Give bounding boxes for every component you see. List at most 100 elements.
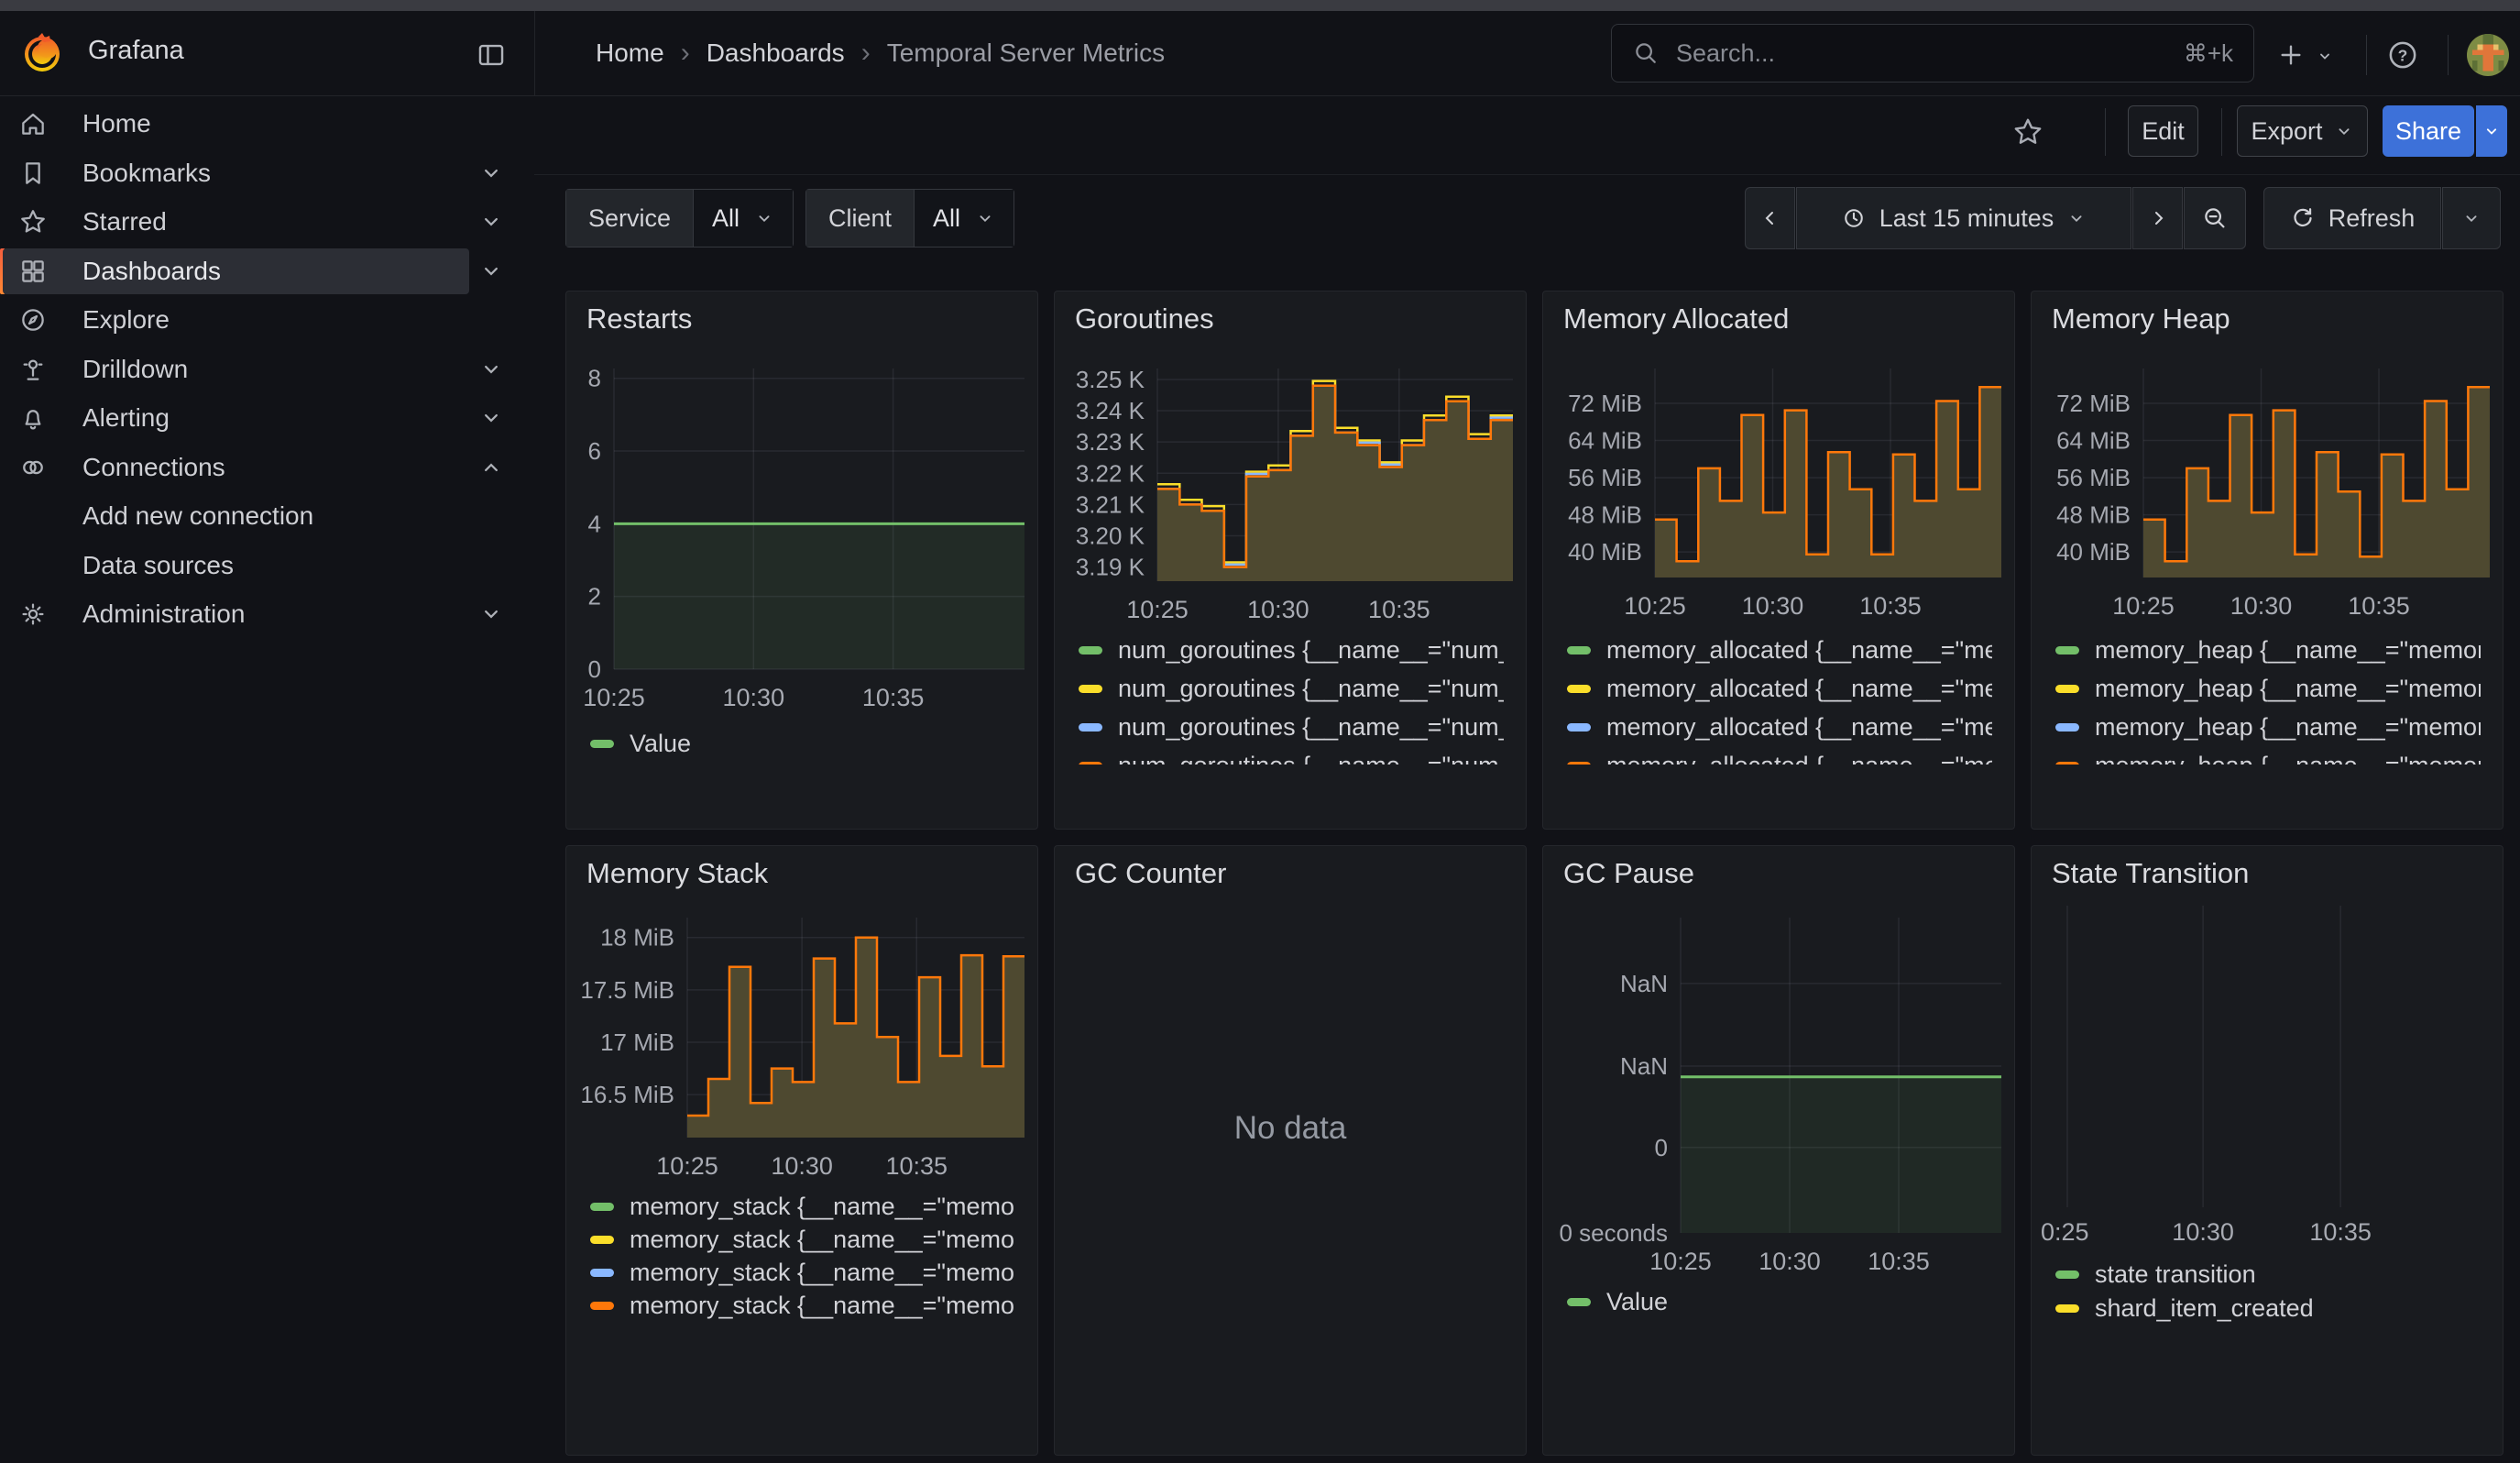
legend-item[interactable]: memory_heap {__name__="memory_h: [2055, 711, 2481, 742]
chevron-down-icon[interactable]: [478, 405, 504, 431]
service-filter-value[interactable]: All: [693, 190, 793, 247]
chevron-left-icon: [1759, 207, 1781, 229]
edit-button[interactable]: Edit: [2128, 105, 2198, 157]
legend-item[interactable]: memory_allocated {__name__="memo: [1567, 634, 1992, 666]
sidebar-nav: Home Bookmarks Starred Dashboards Explore Dri…: [0, 95, 534, 1463]
legend-item[interactable]: memory_stack {__name__="memory_s: [590, 1224, 1015, 1255]
breadcrumb: Home › Dashboards › Temporal Server Metr…: [596, 38, 1165, 69]
sidebar-item-add-new-connection[interactable]: Add new connection: [0, 491, 534, 541]
svg-text:10:25: 10:25: [656, 1152, 718, 1180]
sidebar-item-bookmarks[interactable]: Bookmarks: [0, 148, 534, 198]
svg-text:0:25: 0:25: [2041, 1218, 2089, 1246]
search-input[interactable]: [1674, 38, 2169, 69]
grafana-app: Grafana Home › Dashboards › Temporal Ser…: [0, 0, 2520, 1463]
sidebar-item-administration[interactable]: Administration: [0, 589, 534, 639]
sidebar-item-label: Home: [82, 109, 151, 138]
search-icon: [1632, 39, 1660, 67]
legend-label: memory_heap {__name__="memory_h: [2095, 752, 2481, 765]
service-filter[interactable]: Service All: [565, 189, 794, 248]
legend-item[interactable]: num_goroutines {__name__="num_go: [1079, 750, 1504, 764]
sidebar-item-label: Data sources: [82, 551, 234, 580]
share-button[interactable]: Share: [2383, 105, 2474, 157]
legend: memory_allocated {__name__="memo memory_a…: [1567, 625, 1992, 764]
dock-menu-toggle-icon[interactable]: [473, 37, 509, 73]
time-range-picker[interactable]: Last 15 minutes: [1796, 187, 2131, 249]
help-icon[interactable]: ?: [2383, 35, 2423, 75]
breadcrumb-home[interactable]: Home: [596, 38, 664, 68]
legend-item[interactable]: memory_stack {__name__="memory_s: [590, 1191, 1015, 1222]
svg-text:18 MiB: 18 MiB: [600, 924, 674, 952]
legend-item[interactable]: memory_allocated {__name__="memo: [1567, 750, 1992, 764]
refresh-button[interactable]: Refresh: [2263, 187, 2441, 249]
chevron-down-icon[interactable]: [478, 357, 504, 382]
legend-item[interactable]: num_goroutines {__name__="num_go: [1079, 711, 1504, 742]
chevron-down-icon[interactable]: [478, 160, 504, 186]
svg-text:10:25: 10:25: [2112, 592, 2175, 620]
legend-item[interactable]: memory_stack {__name__="memory_s: [590, 1290, 1015, 1321]
panel-title[interactable]: GC Counter: [1075, 857, 1226, 890]
refresh-interval-chevron[interactable]: [2442, 187, 2501, 249]
chevron-down-icon: [975, 208, 995, 228]
legend-item[interactable]: shard_item_created: [2055, 1292, 2314, 1324]
time-shift-back-button[interactable]: [1745, 187, 1795, 249]
share-menu-chevron[interactable]: [2476, 105, 2507, 157]
nav-highlight: [3, 445, 469, 490]
legend-item[interactable]: state transition: [2055, 1259, 2256, 1290]
legend-item[interactable]: memory_heap {__name__="memory_h: [2055, 750, 2481, 764]
sidebar-item-drilldown[interactable]: Drilldown: [0, 345, 534, 394]
sidebar-item-dashboards[interactable]: Dashboards: [0, 247, 534, 296]
sidebar-item-data-sources[interactable]: Data sources: [0, 541, 534, 590]
chevron-down-icon: [2482, 122, 2501, 140]
sidebar-item-starred[interactable]: Starred: [0, 197, 534, 247]
breadcrumb-dashboards[interactable]: Dashboards: [707, 38, 845, 68]
chevron-down-icon[interactable]: [478, 258, 504, 284]
legend-item[interactable]: memory_stack {__name__="memory_s: [590, 1257, 1015, 1288]
favorite-star-icon[interactable]: [2008, 112, 2048, 152]
legend-color-pill: [2055, 762, 2079, 765]
add-new-icon[interactable]: [2271, 35, 2311, 75]
search-bar[interactable]: ⌘+k: [1611, 24, 2254, 82]
legend-item[interactable]: Value: [1567, 1286, 1668, 1317]
svg-text:4: 4: [588, 510, 601, 537]
sidebar-item-home[interactable]: Home: [0, 99, 534, 148]
legend-label: num_goroutines {__name__="num_go: [1118, 675, 1504, 703]
sidebar-item-explore[interactable]: Explore: [0, 295, 534, 345]
sidebar-item-label: Explore: [82, 305, 170, 335]
action-divider: [2105, 108, 2106, 156]
svg-text:10:35: 10:35: [1368, 596, 1430, 623]
chevron-down-icon[interactable]: [478, 601, 504, 627]
legend-item[interactable]: memory_allocated {__name__="memo: [1567, 711, 1992, 742]
legend: Value: [590, 715, 1015, 830]
svg-text:0: 0: [1655, 1134, 1668, 1161]
legend-color-pill: [590, 1203, 614, 1211]
legend-color-pill: [1567, 762, 1591, 765]
legend-item[interactable]: num_goroutines {__name__="num_go: [1079, 673, 1504, 704]
avatar[interactable]: [2467, 34, 2509, 76]
chevron-down-icon[interactable]: [478, 209, 504, 235]
chevron-up-icon[interactable]: [478, 455, 504, 480]
svg-text:10:25: 10:25: [1624, 592, 1686, 620]
sidebar-item-alerting[interactable]: Alerting: [0, 393, 534, 443]
svg-text:3.25 K: 3.25 K: [1076, 366, 1145, 393]
legend-item[interactable]: memory_allocated {__name__="memo: [1567, 673, 1992, 704]
legend-item[interactable]: memory_heap {__name__="memory_h: [2055, 634, 2481, 666]
sidebar-item-label: Administration: [82, 600, 245, 629]
svg-text:10:25: 10:25: [583, 684, 645, 711]
legend-item[interactable]: memory_heap {__name__="memory_h: [2055, 673, 2481, 704]
sidebar-item-connections[interactable]: Connections: [0, 443, 534, 492]
legend-item[interactable]: num_goroutines {__name__="num_go: [1079, 634, 1504, 666]
svg-text:3.23 K: 3.23 K: [1076, 428, 1145, 456]
time-shift-forward-button[interactable]: [2132, 187, 2183, 249]
client-filter-value[interactable]: All: [914, 190, 1013, 247]
svg-text:10:35: 10:35: [1859, 592, 1922, 620]
legend-label: state transition: [2095, 1260, 2256, 1289]
add-new-chevron-icon[interactable]: [2311, 42, 2339, 70]
legend-color-pill: [590, 1236, 614, 1244]
svg-text:40 MiB: 40 MiB: [2056, 538, 2131, 566]
client-filter[interactable]: Client All: [805, 189, 1014, 248]
legend-item[interactable]: Value: [590, 728, 691, 759]
export-button[interactable]: Export: [2237, 105, 2368, 157]
zoom-out-button[interactable]: [2184, 187, 2246, 249]
svg-text:64 MiB: 64 MiB: [2056, 427, 2131, 455]
sidebar-item-label: Starred: [82, 207, 167, 236]
